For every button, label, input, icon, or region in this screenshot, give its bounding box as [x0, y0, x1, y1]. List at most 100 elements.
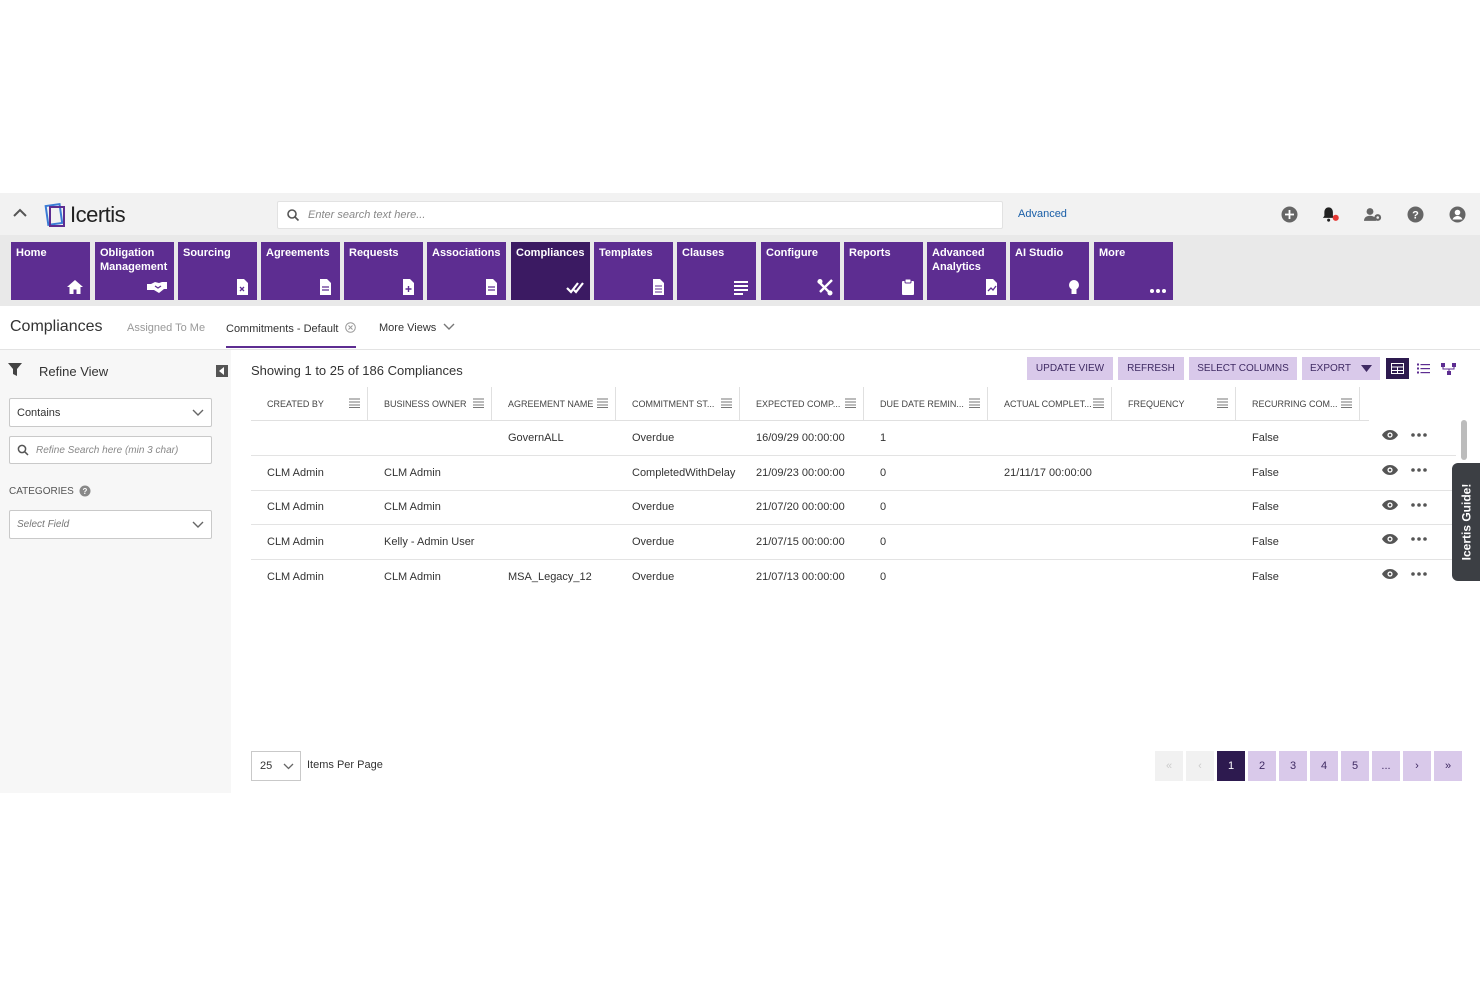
page-button-2[interactable]: 2 [1248, 751, 1276, 781]
column-header[interactable]: AGREEMENT NAME [492, 387, 616, 421]
lightbulb-icon [1069, 280, 1079, 294]
column-header[interactable]: ACTUAL COMPLET... [988, 387, 1112, 421]
nav-tile-associations[interactable]: Associations [427, 242, 506, 300]
operator-value: Contains [17, 406, 61, 419]
first-page-button[interactable]: « [1155, 751, 1183, 781]
advanced-search-link[interactable]: Advanced [1018, 208, 1067, 220]
operator-select[interactable]: Contains [9, 398, 212, 427]
column-header[interactable]: CREATED BY [251, 387, 368, 421]
column-menu-icon[interactable] [349, 398, 360, 408]
row-actions [1381, 568, 1427, 580]
export-dropdown-button[interactable]: EXPORT [1302, 357, 1380, 380]
column-menu-icon[interactable] [845, 398, 856, 408]
tab-assigned-to-me[interactable]: Assigned To Me [127, 322, 205, 334]
column-header[interactable]: RECURRING COM... [1236, 387, 1360, 421]
column-menu-icon[interactable] [721, 398, 732, 408]
column-header[interactable]: COMMITMENT ST... [616, 387, 740, 421]
eye-icon[interactable] [1381, 499, 1399, 511]
list-view-toggle[interactable] [1412, 358, 1435, 379]
table-row[interactable]: CLM Admin CLM Admin MSA_Legacy_12 Overdue 21… [251, 560, 1456, 593]
refresh-button[interactable]: REFRESH [1118, 357, 1184, 380]
nav-tile-label: Sourcing [183, 247, 231, 259]
eye-icon[interactable] [1381, 533, 1399, 545]
next-page-button[interactable]: › [1403, 751, 1431, 781]
column-menu-icon[interactable] [473, 398, 484, 408]
more-options-icon[interactable] [1411, 502, 1427, 507]
user-profile-icon[interactable] [1448, 205, 1466, 223]
nav-tile-ai-studio[interactable]: AI Studio [1010, 242, 1089, 300]
column-menu-icon[interactable] [597, 398, 608, 408]
eye-icon[interactable] [1381, 464, 1399, 476]
nav-tile-templates[interactable]: Templates [594, 242, 673, 300]
column-header[interactable]: BUSINESS OWNER [368, 387, 492, 421]
logo-text: Icertis [70, 202, 126, 227]
column-menu-icon[interactable] [1341, 398, 1352, 408]
more-options-icon[interactable] [1411, 572, 1427, 576]
nav-tile-agreements[interactable]: Agreements [261, 242, 340, 300]
collapse-sidebar-icon[interactable] [216, 365, 228, 377]
prev-page-button[interactable]: ‹ [1186, 751, 1214, 781]
table-cell: Overdue [632, 431, 675, 444]
global-search-input[interactable] [306, 208, 986, 222]
column-menu-icon[interactable] [1217, 398, 1228, 408]
category-field-select[interactable]: Select Field [9, 510, 212, 539]
nav-tile-requests[interactable]: Requests [344, 242, 423, 300]
table-row[interactable]: CLM Admin CLM Admin CompletedWithDelay 21/0… [251, 456, 1456, 491]
nav-tile-compliances[interactable]: Compliances [511, 242, 590, 300]
close-circle-icon[interactable] [344, 322, 356, 333]
page-button-4[interactable]: 4 [1310, 751, 1338, 781]
select-columns-button[interactable]: SELECT COLUMNS [1189, 357, 1297, 380]
more-options-icon[interactable] [1411, 433, 1427, 437]
chevron-down-icon [192, 521, 204, 528]
nav-tile-sourcing[interactable]: Sourcing [178, 242, 257, 300]
more-views-dropdown[interactable]: More Views [379, 322, 455, 334]
add-circle-icon[interactable] [1280, 205, 1298, 223]
eye-icon[interactable] [1381, 429, 1399, 441]
more-options-icon[interactable] [1411, 537, 1427, 542]
page-button-1[interactable]: 1 [1217, 751, 1245, 781]
page-button-5[interactable]: 5 [1341, 751, 1369, 781]
last-page-button[interactable]: » [1434, 751, 1462, 781]
nav-tile-clauses[interactable]: Clauses [677, 242, 756, 300]
nav-tile-advanced-analytics[interactable]: Advanced Analytics [927, 242, 1006, 300]
column-menu-icon[interactable] [969, 398, 980, 408]
column-title: RECURRING COM... [1252, 399, 1338, 409]
more-options-icon[interactable] [1411, 467, 1427, 472]
nav-tile-reports[interactable]: Reports [844, 242, 923, 300]
nav-tile-configure[interactable]: Configure [761, 242, 840, 300]
column-header[interactable]: FREQUENCY [1112, 387, 1236, 421]
chevron-up-icon[interactable] [10, 203, 30, 223]
grid-scrollbar-thumb[interactable] [1461, 420, 1467, 460]
hierarchy-view-toggle[interactable] [1437, 358, 1460, 379]
view-header: Compliances Assigned To Me Commitments -… [0, 306, 1480, 350]
hierarchy-icon [1441, 362, 1456, 375]
page-button-3[interactable]: 3 [1279, 751, 1307, 781]
table-cell: CLM Admin [267, 571, 324, 584]
column-menu-icon[interactable] [1093, 398, 1104, 408]
page-button-ellipsis[interactable]: ... [1372, 751, 1400, 781]
table-row[interactable]: CLM Admin CLM Admin Overdue 21/07/20 00:00:… [251, 491, 1456, 526]
column-header[interactable]: EXPECTED COMP... [740, 387, 864, 421]
column-header[interactable]: DUE DATE REMIN... [864, 387, 988, 421]
table-cell: False [1252, 466, 1279, 479]
tab-commitments-default[interactable]: Commitments - Default [226, 322, 356, 335]
user-settings-icon[interactable] [1364, 205, 1382, 223]
refine-search-input[interactable] [34, 443, 204, 457]
grid-view-toggle[interactable] [1386, 358, 1409, 379]
icertis-guide-tab[interactable]: Icertis Guide! [1452, 463, 1480, 581]
nav-tile-obligation-management[interactable]: Obligation Management [95, 242, 174, 300]
notification-bell-icon[interactable] [1322, 205, 1340, 223]
refine-search-box[interactable] [9, 436, 212, 464]
help-icon[interactable]: ? [1406, 205, 1424, 223]
items-per-page-select[interactable]: 25 [251, 751, 301, 781]
row-actions [1381, 499, 1427, 511]
eye-icon[interactable] [1381, 568, 1399, 580]
nav-tile-home[interactable]: Home [11, 242, 90, 300]
table-row[interactable]: CLM Admin Kelly - Admin User Overdue 21/07/… [251, 525, 1456, 561]
help-icon[interactable]: ? [79, 485, 91, 497]
global-search[interactable] [277, 201, 1003, 229]
update-view-button[interactable]: UPDATE VIEW [1027, 357, 1113, 380]
nav-tile-more[interactable]: More [1094, 242, 1173, 300]
logo[interactable]: Icertis [44, 202, 126, 228]
table-row[interactable]: GovernALL Overdue 16/09/29 00:00:00 1 False [251, 421, 1456, 456]
